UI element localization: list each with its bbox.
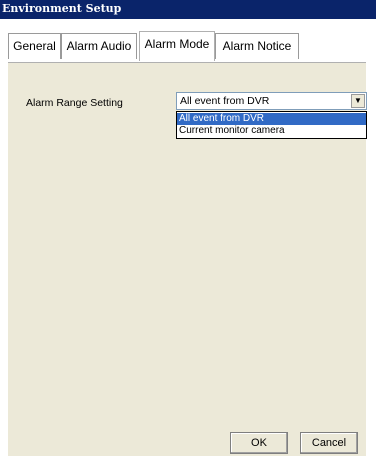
chevron-down-icon[interactable]: ▼: [351, 94, 365, 108]
tab-alarm-notice[interactable]: Alarm Notice: [215, 33, 299, 59]
cancel-button[interactable]: Cancel: [300, 432, 358, 454]
option-current-monitor-camera[interactable]: Current monitor camera: [177, 125, 366, 137]
ok-button[interactable]: OK: [230, 432, 288, 454]
option-all-event-from-dvr[interactable]: All event from DVR: [177, 113, 366, 125]
alarm-range-selected-value: All event from DVR: [180, 95, 270, 107]
tab-panel-alarm-mode: Alarm Range Setting All event from DVR ▼…: [8, 62, 367, 424]
alarm-range-dropdown-list: All event from DVR Current monitor camer…: [176, 111, 367, 139]
window-title: Environment Setup: [2, 2, 122, 15]
tab-alarm-mode[interactable]: Alarm Mode: [139, 31, 215, 61]
dialog-button-bar: OK Cancel: [8, 424, 366, 456]
title-bar: Environment Setup: [0, 0, 376, 19]
tab-alarm-audio[interactable]: Alarm Audio: [61, 33, 137, 59]
alarm-range-select[interactable]: All event from DVR ▼: [176, 92, 367, 110]
tab-bar: General Alarm Audio Alarm Mode Alarm Not…: [0, 19, 376, 62]
alarm-range-label: Alarm Range Setting: [26, 97, 123, 109]
tab-general[interactable]: General: [8, 33, 61, 59]
